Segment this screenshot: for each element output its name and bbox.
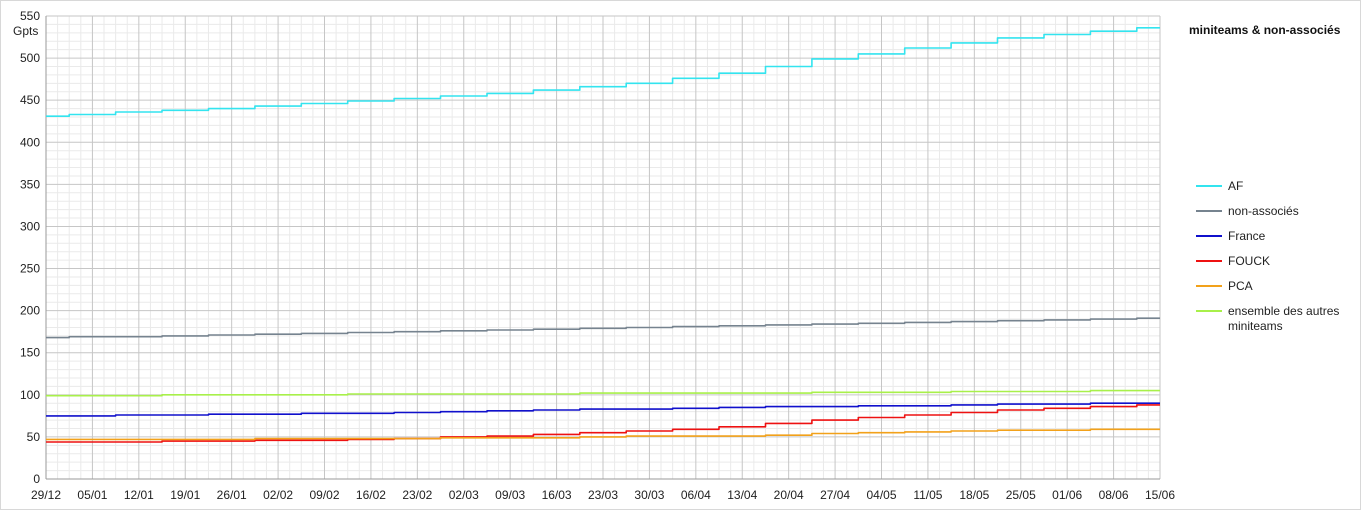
x-tick-label: 08/06 <box>1099 488 1129 502</box>
x-tick-label: 29/12 <box>31 488 61 502</box>
y-axis-label: Gpts <box>13 24 38 38</box>
x-tick-label: 01/06 <box>1052 488 1082 502</box>
x-tick-label: 11/05 <box>913 488 942 502</box>
y-tick-label: 350 <box>20 177 40 191</box>
y-tick-label: 150 <box>20 346 40 360</box>
legend-label: ensemble des autres miniteams <box>1228 304 1339 333</box>
legend-item: ensemble des autres miniteams <box>1196 304 1339 333</box>
y-tick-label: 100 <box>20 388 40 402</box>
legend-item: France <box>1196 229 1266 243</box>
x-tick-label: 05/01 <box>77 488 107 502</box>
y-tick-labels: 0 50 100 150 200 250 300 350 400 450 500 550 <box>20 9 40 486</box>
y-tick-label: 50 <box>27 430 41 444</box>
y-tick-label: 400 <box>20 135 40 149</box>
y-tick-label: 500 <box>20 51 40 65</box>
x-tick-label: 23/03 <box>588 488 618 502</box>
x-tick-label: 15/06 <box>1145 488 1175 502</box>
x-tick-label: 04/05 <box>866 488 896 502</box>
x-tick-label: 20/04 <box>774 488 804 502</box>
chart-frame: 0 50 100 150 200 250 300 350 400 450 500 550 29/12 0… <box>0 0 1361 510</box>
legend-item: PCA <box>1196 279 1253 293</box>
legend-label: PCA <box>1228 279 1253 293</box>
x-tick-label: 19/01 <box>170 488 200 502</box>
legend-item: FOUCK <box>1196 254 1270 268</box>
legend-item: non-associés <box>1196 204 1299 218</box>
x-tick-label: 06/04 <box>681 488 711 502</box>
legend-label: FOUCK <box>1228 254 1270 268</box>
x-tick-label: 12/01 <box>124 488 154 502</box>
legend-item: AF <box>1196 179 1243 193</box>
x-tick-label: 23/02 <box>402 488 432 502</box>
legend-label: non-associés <box>1228 204 1299 218</box>
legend: AF non-associés France FOUCK PCA ensemble des… <box>1196 179 1339 333</box>
x-tick-label: 02/02 <box>263 488 293 502</box>
x-tick-label: 16/03 <box>542 488 572 502</box>
y-tick-label: 250 <box>20 262 40 276</box>
y-tick-label: 450 <box>20 93 40 107</box>
x-tick-label: 09/02 <box>309 488 339 502</box>
y-tick-label: 0 <box>33 472 40 486</box>
x-tick-label: 27/04 <box>820 488 850 502</box>
y-tick-label: 300 <box>20 219 40 233</box>
y-tick-label: 200 <box>20 304 40 318</box>
x-tick-labels: 29/12 05/01 12/01 19/01 26/01 02/02 09/02 16/02… <box>31 488 1175 502</box>
y-tick-label: 550 <box>20 9 40 23</box>
x-tick-label: 25/05 <box>1006 488 1036 502</box>
x-tick-label: 16/02 <box>356 488 386 502</box>
x-tick-label: 26/01 <box>217 488 247 502</box>
x-tick-label: 09/03 <box>495 488 525 502</box>
x-tick-label: 30/03 <box>634 488 664 502</box>
x-tick-label: 13/04 <box>727 488 757 502</box>
line-chart: 0 50 100 150 200 250 300 350 400 450 500 550 29/12 0… <box>13 9 1341 502</box>
x-tick-label: 02/03 <box>449 488 479 502</box>
legend-label: AF <box>1228 179 1243 193</box>
legend-label: France <box>1228 229 1266 243</box>
chart-title: miniteams & non-associés <box>1189 23 1341 37</box>
x-tick-label: 18/05 <box>959 488 989 502</box>
